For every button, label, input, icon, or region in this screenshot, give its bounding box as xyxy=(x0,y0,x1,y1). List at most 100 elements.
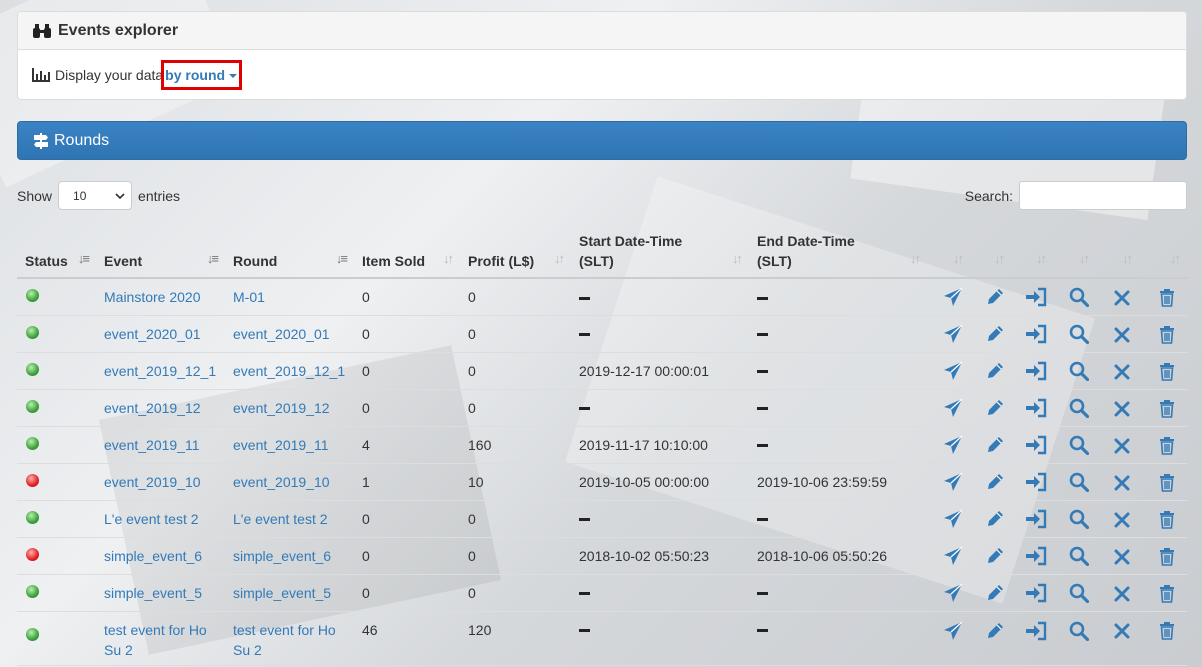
trash-icon[interactable] xyxy=(1159,288,1175,307)
trash-icon[interactable] xyxy=(1159,399,1175,418)
table-header-row: Status ↓≡ Event ↓≡ Round ↓≡ Item Sold ↓↑ Pro… xyxy=(17,226,1187,279)
search-icon[interactable] xyxy=(1069,398,1089,419)
column-header-profit[interactable]: Profit (L$) ↓↑ xyxy=(460,226,571,279)
delete-icon[interactable] xyxy=(1114,511,1130,528)
column-header-close[interactable]: ↓↑ xyxy=(1096,226,1139,279)
send-icon[interactable] xyxy=(943,509,963,529)
delete-icon[interactable] xyxy=(1114,437,1130,454)
entries-label: entries xyxy=(138,187,181,204)
send-icon[interactable] xyxy=(943,546,963,566)
search-icon[interactable] xyxy=(1069,509,1089,530)
send-icon[interactable] xyxy=(943,435,963,455)
event-link[interactable]: event_2019_12 xyxy=(104,400,201,416)
round-link[interactable]: event_2019_12_1 xyxy=(233,363,345,379)
column-header-item-sold[interactable]: Item Sold ↓↑ xyxy=(354,226,460,279)
delete-icon[interactable] xyxy=(1114,289,1130,306)
search-icon[interactable] xyxy=(1069,324,1089,345)
search-icon[interactable] xyxy=(1069,435,1089,456)
edit-icon[interactable] xyxy=(985,510,1005,527)
round-link[interactable]: simple_event_5 xyxy=(233,585,331,601)
round-link[interactable]: event_2019_10 xyxy=(233,474,330,490)
search-icon[interactable] xyxy=(1069,472,1089,493)
search-icon[interactable] xyxy=(1069,546,1089,567)
event-link[interactable]: event_2020_01 xyxy=(104,326,201,342)
column-header-edit[interactable]: ↓↑ xyxy=(970,226,1011,279)
event-link[interactable]: event_2019_12_1 xyxy=(104,363,216,379)
trash-icon[interactable] xyxy=(1159,362,1175,381)
sign-in-icon[interactable] xyxy=(1025,509,1047,529)
round-link[interactable]: M-01 xyxy=(233,289,265,305)
action-cell xyxy=(1139,500,1187,538)
edit-icon[interactable] xyxy=(985,288,1005,305)
column-header-send[interactable]: ↓↑ xyxy=(927,226,970,279)
edit-icon[interactable] xyxy=(985,473,1005,490)
delete-icon[interactable] xyxy=(1114,622,1130,639)
column-header-event[interactable]: Event ↓≡ xyxy=(96,226,225,279)
column-header-delete[interactable]: ↓↑ xyxy=(1139,226,1187,279)
send-icon[interactable] xyxy=(943,621,963,640)
send-icon[interactable] xyxy=(943,472,963,492)
round-link[interactable]: event_2020_01 xyxy=(233,326,330,342)
search-icon[interactable] xyxy=(1069,288,1089,308)
round-link[interactable]: event_2019_11 xyxy=(233,437,329,453)
event-link[interactable]: test event for Ho Su 2 xyxy=(104,622,207,658)
sign-in-icon[interactable] xyxy=(1025,398,1047,418)
sign-in-icon[interactable] xyxy=(1025,324,1047,344)
delete-icon[interactable] xyxy=(1114,400,1130,417)
search-icon[interactable] xyxy=(1069,583,1089,604)
round-link[interactable]: event_2019_12 xyxy=(233,400,330,416)
event-link[interactable]: simple_event_5 xyxy=(104,585,202,601)
delete-icon[interactable] xyxy=(1114,474,1130,491)
search-input[interactable] xyxy=(1019,181,1187,210)
round-link[interactable]: test event for Ho Su 2 xyxy=(233,622,336,658)
sign-in-icon[interactable] xyxy=(1025,472,1047,492)
delete-icon[interactable] xyxy=(1114,585,1130,602)
edit-icon[interactable] xyxy=(985,399,1005,416)
sign-in-icon[interactable] xyxy=(1025,621,1047,640)
event-link[interactable]: L'e event test 2 xyxy=(104,511,199,527)
column-header-view[interactable]: ↓↑ xyxy=(1053,226,1096,279)
search-icon[interactable] xyxy=(1069,361,1089,382)
delete-icon[interactable] xyxy=(1114,548,1130,565)
edit-icon[interactable] xyxy=(985,436,1005,453)
send-icon[interactable] xyxy=(943,398,963,418)
edit-icon[interactable] xyxy=(985,547,1005,564)
send-icon[interactable] xyxy=(943,287,963,307)
sign-in-icon[interactable] xyxy=(1025,361,1047,381)
sign-in-icon[interactable] xyxy=(1025,583,1047,603)
event-link[interactable]: Mainstore 2020 xyxy=(104,289,201,305)
sign-in-icon[interactable] xyxy=(1025,435,1047,455)
entries-per-page-select[interactable]: 10 xyxy=(58,181,133,210)
display-mode-dropdown[interactable]: by round xyxy=(161,60,243,90)
trash-icon[interactable] xyxy=(1159,325,1175,344)
send-icon[interactable] xyxy=(943,361,963,381)
send-icon[interactable] xyxy=(943,324,963,344)
edit-icon[interactable] xyxy=(985,325,1005,342)
sort-icon: ↓↑ xyxy=(554,251,565,266)
trash-icon[interactable] xyxy=(1159,510,1175,529)
trash-icon[interactable] xyxy=(1159,547,1175,566)
event-link[interactable]: event_2019_11 xyxy=(104,437,200,453)
round-link[interactable]: simple_event_6 xyxy=(233,548,331,564)
column-header-round[interactable]: Round ↓≡ xyxy=(225,226,354,279)
edit-icon[interactable] xyxy=(985,622,1005,638)
sign-in-icon[interactable] xyxy=(1025,546,1047,566)
round-link[interactable]: L'e event test 2 xyxy=(233,511,328,527)
trash-icon[interactable] xyxy=(1159,621,1175,640)
send-icon[interactable] xyxy=(943,583,963,603)
trash-icon[interactable] xyxy=(1159,473,1175,492)
trash-icon[interactable] xyxy=(1159,584,1175,603)
search-icon[interactable] xyxy=(1069,621,1089,641)
delete-icon[interactable] xyxy=(1114,326,1130,343)
column-header-start-date[interactable]: Start Date-Time (SLT) ↓↑ xyxy=(571,226,749,279)
column-header-status[interactable]: Status ↓≡ xyxy=(17,226,96,279)
column-header-end-date[interactable]: End Date-Time (SLT) ↓↑ xyxy=(749,226,927,279)
column-header-enter[interactable]: ↓↑ xyxy=(1011,226,1053,279)
edit-icon[interactable] xyxy=(985,362,1005,379)
delete-icon[interactable] xyxy=(1114,363,1130,380)
edit-icon[interactable] xyxy=(985,584,1005,601)
event-link[interactable]: event_2019_10 xyxy=(104,474,201,490)
trash-icon[interactable] xyxy=(1159,436,1175,455)
sign-in-icon[interactable] xyxy=(1025,288,1047,307)
event-link[interactable]: simple_event_6 xyxy=(104,548,202,564)
